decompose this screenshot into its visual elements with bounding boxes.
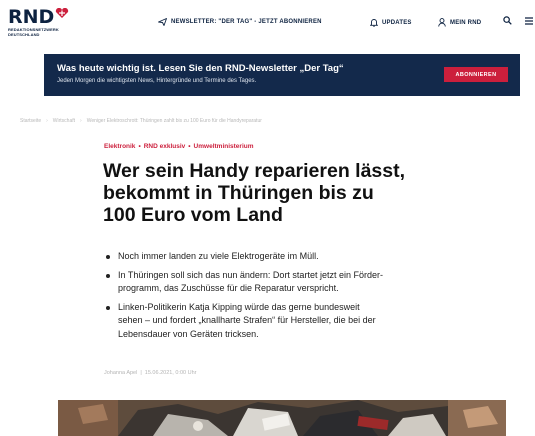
bullet-line: programm, das Zuschüsse für die Reparatu… [118,283,339,293]
logo-text: RND [8,6,55,28]
breadcrumb-item-home[interactable]: Startseite [20,118,41,124]
logo-mark-icon [56,8,69,18]
breadcrumb: Startseite › Wirtschaft › Weniger Elektr… [20,118,262,124]
summary-bullet: Noch immer landen zu viele Elektrogeräte… [104,250,474,264]
updates-link[interactable]: UPDATES [370,18,412,27]
menu-button[interactable] [525,17,535,25]
newsletter-link-label: NEWSLETTER: "DER TAG" - JETZT ABONNIEREN [171,19,322,25]
banner-title: Was heute wichtig ist. Lesen Sie den RND… [57,63,344,74]
kicker-tag[interactable]: Elektronik [104,143,135,150]
subscribe-button[interactable]: ABONNIEREN [444,67,508,82]
headline-line: Wer sein Handy reparieren lässt, [103,160,406,182]
bullet-line: Lebensdauer von Geräten tricksen. [118,328,259,339]
site-header: RND REDAKTIONSNETZWERK DEUTSCHLAND NEWSL… [0,0,535,42]
kicker-tag[interactable]: RND exklusiv [144,143,186,150]
breadcrumb-item-current: Weniger Elektroschrott: Thüringen zahlt … [86,118,262,124]
kicker-separator: • [138,143,141,150]
summary-bullet: In Thüringen soll sich das nun ändern: D… [104,269,474,296]
bullet-line: In Thüringen soll sich das nun ändern: D… [118,269,383,280]
search-button[interactable] [503,16,516,25]
bullet-line: sehen – und fordert „knallharte Strafen“… [118,315,376,325]
newsletter-link[interactable]: NEWSLETTER: "DER TAG" - JETZT ABONNIEREN [158,18,322,26]
article-hero-image [58,400,506,436]
article-byline: Johanna Apel | 15.06.2021, 0:00 Uhr [104,370,196,376]
breadcrumb-item-section[interactable]: Wirtschaft [53,118,75,124]
user-icon [438,18,446,27]
author-name[interactable]: Johanna Apel [104,370,137,376]
mein-rnd-link[interactable]: MEIN RND [438,18,481,27]
article-summary-list: Noch immer landen zu viele Elektrogeräte… [104,250,474,346]
article-headline: Wer sein Handy reparieren lässt, bekommt… [103,160,443,226]
bullet-line: Linken-Politikerin Katja Kipping würde d… [118,301,360,312]
rnd-logo[interactable]: RND REDAKTIONSNETZWERK DEUTSCHLAND [8,8,78,37]
kicker-tag[interactable]: Umweltministerium [194,143,254,150]
paper-plane-icon [158,18,167,26]
logo-subtitle: REDAKTIONSNETZWERK DEUTSCHLAND [8,27,59,37]
article-kicker: Elektronik • RND exklusiv • Umweltminist… [104,143,254,150]
search-icon [503,16,512,25]
kicker-separator: • [188,143,191,150]
updates-link-label: UPDATES [382,19,412,26]
banner-text: Jeden Morgen die wichtigsten News, Hinte… [57,78,257,84]
menu-icon [525,17,533,25]
byline-separator: | [140,370,142,376]
breadcrumb-separator: › [46,118,48,124]
electronic-waste-image [58,400,506,436]
newsletter-banner: Was heute wichtig ist. Lesen Sie den RND… [44,54,520,96]
bullet-line: Noch immer landen zu viele Elektrogeräte… [118,251,319,261]
publish-date: 15.06.2021, 0:00 Uhr [144,370,197,376]
summary-bullet: Linken-Politikerin Katja Kipping würde d… [104,301,474,342]
bell-icon [370,19,378,27]
mein-rnd-link-label: MEIN RND [450,19,482,26]
headline-line: bekommt in Thüringen bis zu [103,182,374,204]
breadcrumb-separator: › [80,118,82,124]
headline-line: 100 Euro vom Land [103,204,283,226]
